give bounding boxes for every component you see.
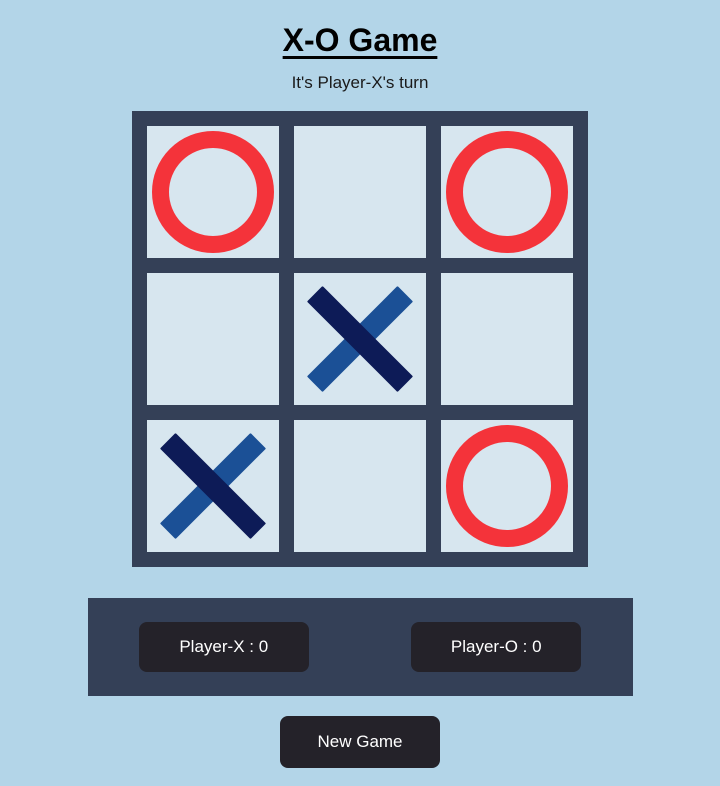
cell-1-1[interactable]	[294, 273, 426, 405]
score-player-o[interactable]: Player-O : 0	[411, 622, 582, 672]
cell-2-2[interactable]	[441, 420, 573, 552]
cell-1-0[interactable]	[147, 273, 279, 405]
x-mark-icon	[159, 432, 267, 540]
cell-0-1[interactable]	[294, 126, 426, 258]
x-mark-icon	[306, 285, 414, 393]
board-container	[132, 111, 588, 567]
new-game-button[interactable]: New Game	[280, 716, 440, 768]
page-title: X-O Game	[282, 22, 438, 58]
score-player-x[interactable]: Player-X : 0	[138, 622, 309, 672]
o-mark-icon	[446, 131, 568, 253]
cell-1-2[interactable]	[441, 273, 573, 405]
game-board	[132, 111, 588, 567]
cell-0-2[interactable]	[441, 126, 573, 258]
scoreboard-panel: Player-X : 0 Player-O : 0	[87, 598, 633, 696]
game-page: X-O Game It's Player-X's turn Player-X :…	[0, 0, 720, 786]
cell-2-0[interactable]	[147, 420, 279, 552]
cell-0-0[interactable]	[147, 126, 279, 258]
cell-2-1[interactable]	[294, 420, 426, 552]
o-mark-icon	[446, 425, 568, 547]
turn-status-text: It's Player-X's turn	[291, 73, 429, 92]
o-mark-icon	[152, 131, 274, 253]
